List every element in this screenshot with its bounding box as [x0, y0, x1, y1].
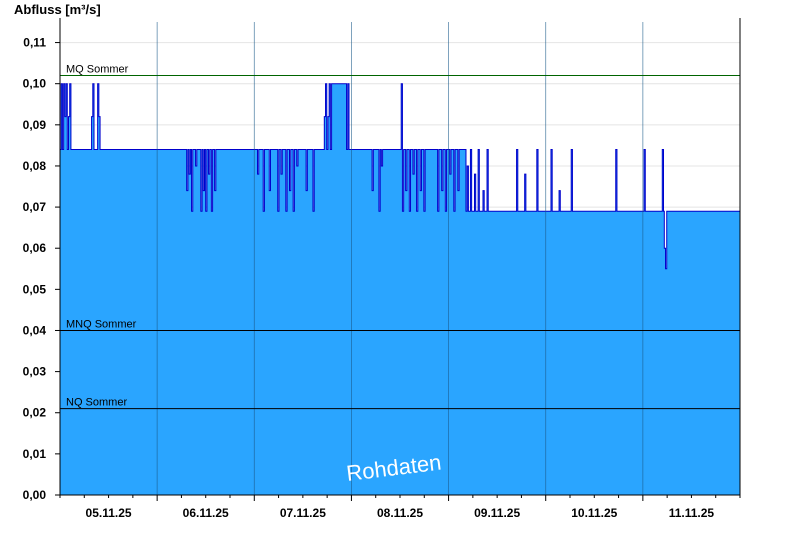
y-tick-label: 0,11 — [23, 36, 46, 50]
y-tick-label: 0,07 — [23, 200, 47, 214]
y-tick-label: 0,06 — [23, 241, 47, 255]
x-tick-label: 06.11.25 — [183, 506, 229, 520]
y-tick-label: 0,03 — [23, 365, 47, 379]
y-tick-label: 0,09 — [23, 118, 47, 132]
y-tick-label: 0,00 — [23, 488, 47, 502]
x-tick-label: 11.11.25 — [669, 506, 715, 520]
reference-line-label: MNQ Sommer — [66, 318, 137, 330]
x-tick-label: 07.11.25 — [280, 506, 326, 520]
y-ticks: 0,00 0,01 0,02 0,03 0,04 0,05 0,06 0,07 0,08 0,09… — [23, 36, 60, 502]
reference-line-label: MQ Sommer — [66, 63, 129, 75]
y-axis-title: Abfluss [m³/s] — [14, 2, 101, 17]
x-tick-label: 09.11.25 — [474, 506, 520, 520]
y-tick-label: 0,10 — [23, 77, 47, 91]
y-tick-label: 0,01 — [23, 447, 47, 461]
x-tick-label: 08.11.25 — [377, 506, 423, 520]
discharge-area — [60, 83, 740, 496]
y-tick-label: 0,08 — [23, 159, 47, 173]
discharge-chart: Abfluss [m³/s] MQ Sommer MNQ Sommer NQ Som… — [14, 2, 741, 520]
y-tick-label: 0,02 — [23, 406, 47, 420]
y-tick-label: 0,05 — [23, 282, 47, 296]
y-tick-label: 0,04 — [23, 323, 47, 337]
x-tick-label: 05.11.25 — [86, 506, 132, 520]
reference-line-label: NQ Sommer — [66, 397, 127, 409]
x-tick-label: 10.11.25 — [571, 506, 617, 520]
plot-area: MQ Sommer MNQ Sommer NQ Sommer — [59, 18, 741, 496]
x-ticks: 05.11.25 06.11.25 07.11.25 08.11.25 09.11.25… — [59, 495, 741, 520]
